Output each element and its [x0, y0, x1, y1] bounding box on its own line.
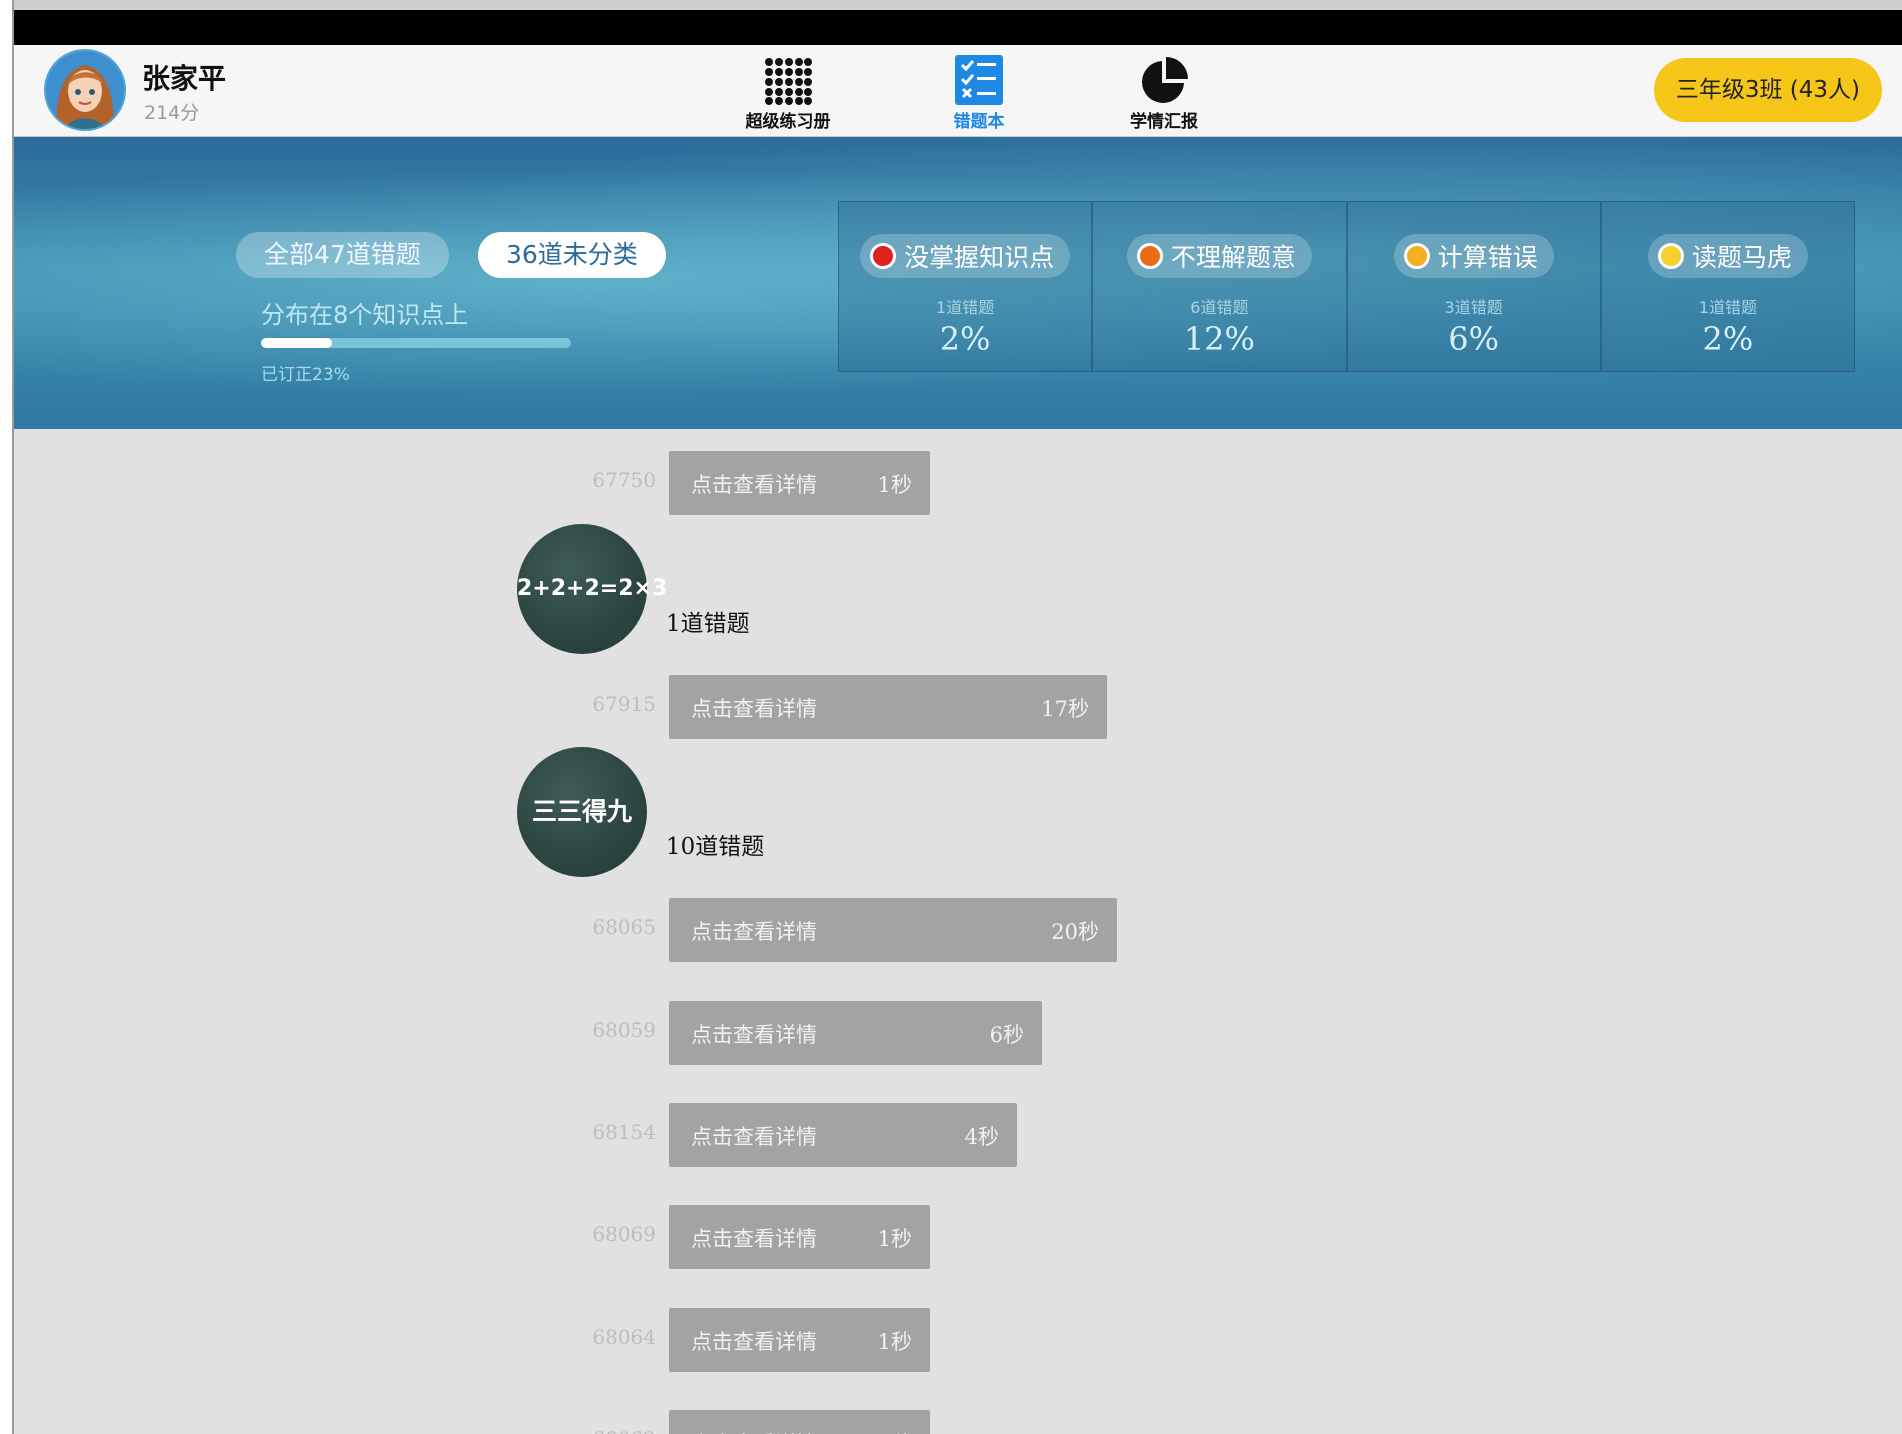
knowledge-point-node[interactable]: 2+2+2=2×3 — [517, 524, 667, 654]
yellow-status-dot-icon — [1657, 243, 1684, 269]
header-bar: 张家平 214分 超级练习册 错题本 学情汇报 三年级3班 (43人) — [14, 45, 1902, 137]
knowledge-point-node[interactable]: 三三得九 — [517, 747, 647, 877]
correction-progress-label: 已订正23% — [261, 365, 350, 385]
duration: 1秒 — [877, 473, 912, 497]
knowledge-point-count: 10道错题 — [666, 834, 765, 860]
question-detail-bar[interactable]: 点击查看详情 4秒 — [669, 1103, 1017, 1167]
duration: 17秒 — [1041, 697, 1089, 721]
question-detail-bar[interactable]: 点击查看详情 1秒 — [669, 1410, 930, 1434]
question-detail-bar[interactable]: 点击查看详情 6秒 — [669, 1001, 1042, 1065]
nav-super-workbook[interactable]: 超级练习册 — [728, 53, 848, 132]
category-label: 读题马虎 — [1691, 243, 1792, 272]
nav-label: 超级练习册 — [745, 112, 831, 132]
user-name: 张家平 — [142, 62, 227, 95]
duration: 4秒 — [964, 1125, 999, 1149]
category-count: 1道错题 — [936, 298, 995, 317]
duration: 6秒 — [989, 1023, 1024, 1047]
question-detail-bar[interactable]: 点击查看详情 1秒 — [669, 1205, 930, 1269]
nav-label: 错题本 — [953, 112, 1005, 132]
detail-label: 点击查看详情 — [691, 1023, 817, 1047]
question-detail-bar[interactable]: 点击查看详情 1秒 — [669, 451, 930, 515]
category-count: 1道错题 — [1698, 298, 1757, 317]
correction-progress-bar — [261, 338, 571, 348]
question-id: 68069 — [592, 1222, 656, 1246]
duration: 1秒 — [877, 1330, 912, 1354]
question-id: 68062 — [526, 1427, 656, 1434]
duration: 1秒 — [877, 1227, 912, 1251]
detail-label: 点击查看详情 — [691, 1330, 817, 1354]
window-top-bar — [14, 0, 1902, 45]
duration: 20秒 — [1051, 920, 1099, 944]
category-label: 不理解题意 — [1170, 243, 1296, 272]
detail-label: 点击查看详情 — [691, 1125, 817, 1149]
duration: 1秒 — [878, 1428, 912, 1434]
question-id: 68065 — [592, 915, 656, 939]
correction-progress-fill — [261, 338, 333, 348]
question-id: 67750 — [592, 468, 656, 492]
category-count: 6道错题 — [1190, 298, 1249, 317]
red-status-dot-icon — [870, 243, 897, 269]
summary-banner: 全部47道错题 36道未分类 分布在8个知识点上 已订正23% 没掌握知识点 1… — [14, 137, 1902, 429]
question-id: 68154 — [592, 1120, 656, 1144]
orange-status-dot-icon — [1136, 243, 1163, 269]
category-pill[interactable]: 计算错误 — [1393, 234, 1554, 278]
category-label: 没掌握知识点 — [904, 243, 1055, 272]
category-pill[interactable]: 没掌握知识点 — [860, 234, 1071, 278]
question-id: 67915 — [592, 692, 656, 716]
detail-label: 点击查看详情 — [691, 697, 817, 721]
class-badge[interactable]: 三年级3班 (43人) — [1653, 58, 1882, 122]
avatar-portrait-icon — [46, 51, 124, 129]
detail-label: 点击查看详情 — [691, 473, 817, 497]
category-panel: 没掌握知识点 1道错题 2% 不理解题意 6道错题 12% 计算错误 3道错题 — [838, 201, 1855, 372]
detail-label: 点击查看详情 — [691, 1227, 817, 1251]
nav-learning-report[interactable]: 学情汇报 — [1104, 53, 1224, 132]
category-percent: 6% — [1448, 320, 1499, 358]
knowledge-point-count: 1道错题 — [666, 611, 750, 637]
pie-chart-icon — [1104, 53, 1224, 105]
checklist-icon — [919, 53, 1039, 105]
category-not-mastered: 没掌握知识点 1道错题 2% — [839, 202, 1094, 371]
nav-label: 学情汇报 — [1130, 112, 1198, 132]
nav-mistake-book[interactable]: 错题本 — [919, 53, 1039, 132]
category-percent: 12% — [1183, 320, 1255, 358]
detail-label: 点击查看详情 — [691, 1428, 817, 1434]
category-pill[interactable]: 读题马虎 — [1647, 234, 1808, 278]
category-percent: 2% — [1702, 320, 1754, 358]
question-detail-bar[interactable]: 点击查看详情 1秒 — [669, 1308, 930, 1372]
all-mistakes-filter[interactable]: 全部47道错题 — [236, 232, 449, 278]
user-avatar[interactable] — [46, 51, 124, 129]
category-pill[interactable]: 不理解题意 — [1126, 234, 1312, 278]
category-misunderstood: 不理解题意 6道错题 12% — [1093, 202, 1348, 371]
question-id: 68059 — [592, 1018, 656, 1042]
user-score: 214分 — [144, 102, 200, 124]
dots-grid-icon — [728, 53, 848, 105]
amber-status-dot-icon — [1403, 243, 1430, 269]
question-detail-bar[interactable]: 点击查看详情 17秒 — [669, 675, 1107, 739]
question-id: 68064 — [592, 1325, 656, 1349]
category-careless-reading: 读题马虎 1道错题 2% — [1602, 202, 1854, 371]
mistake-list: 67750 点击查看详情 1秒 2+2+2=2×3 1道错题 67915 点击查… — [14, 429, 1902, 1434]
detail-label: 点击查看详情 — [691, 920, 817, 944]
unclassified-filter[interactable]: 36道未分类 — [478, 232, 666, 278]
category-percent: 2% — [939, 320, 991, 358]
category-calculation-error: 计算错误 3道错题 6% — [1348, 202, 1602, 371]
app-window: 张家平 214分 超级练习册 错题本 学情汇报 三年级3班 (43人) 全部47… — [12, 0, 1902, 1434]
distribution-text: 分布在8个知识点上 — [261, 301, 469, 329]
category-label: 计算错误 — [1437, 243, 1538, 272]
question-detail-bar[interactable]: 点击查看详情 20秒 — [669, 898, 1117, 962]
category-count: 3道错题 — [1444, 298, 1503, 317]
